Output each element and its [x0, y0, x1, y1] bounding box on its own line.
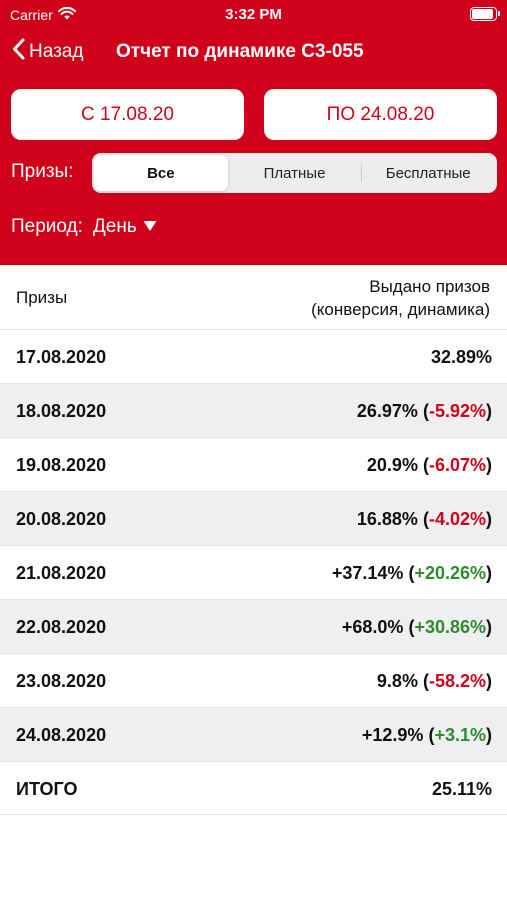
dynamics-value: -6.07%	[428, 455, 486, 475]
row-value: 32.89%	[431, 347, 492, 368]
segment-free[interactable]: Бесплатные	[361, 155, 495, 191]
dynamics-value: -5.92%	[428, 401, 486, 421]
row-date: 23.08.2020	[16, 671, 107, 691]
conversion-value: +37.14%	[331, 563, 404, 583]
status-time: 3:32 PM	[225, 6, 282, 23]
header: Carrier 3:32 PM Назад Отчет по динамике …	[0, 0, 507, 265]
navigation-bar: Назад Отчет по динамике С3-055	[0, 36, 507, 72]
row-date: 22.08.2020	[16, 617, 107, 637]
dynamics-value: -4.02%	[428, 509, 486, 529]
column-header-issued: Выдано призов (конверсия, динамика)	[311, 275, 490, 321]
back-label: Назад	[29, 41, 84, 62]
triangle-down-icon	[143, 216, 157, 238]
date-to-button[interactable]: ПО 24.08.20	[264, 89, 497, 140]
row-value: 16.88% (-4.02%)	[356, 509, 492, 529]
total-row: ИТОГО 25.11%	[0, 761, 507, 815]
prizes-segmented-control: Все Платные Бесплатные	[92, 153, 497, 193]
row-date: 24.08.2020	[16, 725, 107, 745]
row-value: 20.9% (-6.07%)	[366, 455, 492, 475]
table-header: Призы Выдано призов (конверсия, динамика…	[0, 265, 507, 329]
table-row: 24.08.2020 +12.9% (+3.1%)	[0, 707, 507, 761]
status-bar: Carrier 3:32 PM	[0, 0, 507, 30]
date-from-button[interactable]: С 17.08.20	[11, 89, 244, 140]
period-label: Период:	[11, 216, 83, 237]
row-date: 17.08.2020	[16, 347, 107, 367]
column-header-issued-line2: (конверсия, динамика)	[311, 300, 490, 319]
segment-all[interactable]: Все	[94, 155, 228, 191]
back-button[interactable]: Назад	[12, 38, 83, 66]
battery-icon	[470, 7, 500, 21]
dynamics-value: +30.86%	[414, 617, 486, 637]
dynamics-value: +20.26%	[414, 563, 486, 583]
table-row: 23.08.2020 9.8% (-58.2%)	[0, 653, 507, 707]
dynamics-value: +3.1%	[434, 725, 486, 745]
column-header-prizes: Призы	[16, 288, 68, 307]
table-row: 17.08.2020 32.89%	[0, 329, 507, 383]
row-date: 19.08.2020	[16, 455, 107, 475]
table-row: 21.08.2020 +37.14% (+20.26%)	[0, 545, 507, 599]
row-date: 20.08.2020	[16, 509, 107, 529]
dynamics-value: -58.2%	[428, 671, 486, 691]
page-title: Отчет по динамике С3-055	[116, 41, 364, 62]
period-dropdown[interactable]: День	[93, 216, 157, 238]
period-value: День	[92, 216, 137, 237]
conversion-value: 16.88%	[356, 509, 418, 529]
conversion-value: 26.97%	[356, 401, 418, 421]
row-date: 21.08.2020	[16, 563, 107, 583]
conversion-value: +12.9%	[361, 725, 424, 745]
table-row: 20.08.2020 16.88% (-4.02%)	[0, 491, 507, 545]
row-value: +68.0% (+30.86%)	[341, 617, 492, 637]
table-row: 22.08.2020 +68.0% (+30.86%)	[0, 599, 507, 653]
segment-paid[interactable]: Платные	[228, 155, 362, 191]
report-table: Призы Выдано призов (конверсия, динамика…	[0, 265, 507, 815]
conversion-value: 20.9%	[366, 455, 418, 475]
prizes-filter-label: Призы:	[11, 161, 74, 182]
row-value: +12.9% (+3.1%)	[361, 725, 492, 745]
conversion-value: +68.0%	[341, 617, 404, 637]
conversion-value: 32.89%	[430, 347, 492, 367]
table-row: 18.08.2020 26.97% (-5.92%)	[0, 383, 507, 437]
chevron-left-icon	[12, 38, 25, 66]
period-filter: Период: День	[11, 216, 157, 238]
column-header-issued-line1: Выдано призов	[369, 277, 490, 296]
conversion-value: 9.8%	[376, 671, 418, 691]
row-value: 26.97% (-5.92%)	[356, 401, 492, 421]
total-label: ИТОГО	[16, 779, 78, 799]
row-value: 9.8% (-58.2%)	[376, 671, 492, 691]
row-value: +37.14% (+20.26%)	[331, 563, 492, 583]
total-value: 25.11%	[431, 779, 492, 799]
table-row: 19.08.2020 20.9% (-6.07%)	[0, 437, 507, 491]
row-date: 18.08.2020	[16, 401, 107, 421]
